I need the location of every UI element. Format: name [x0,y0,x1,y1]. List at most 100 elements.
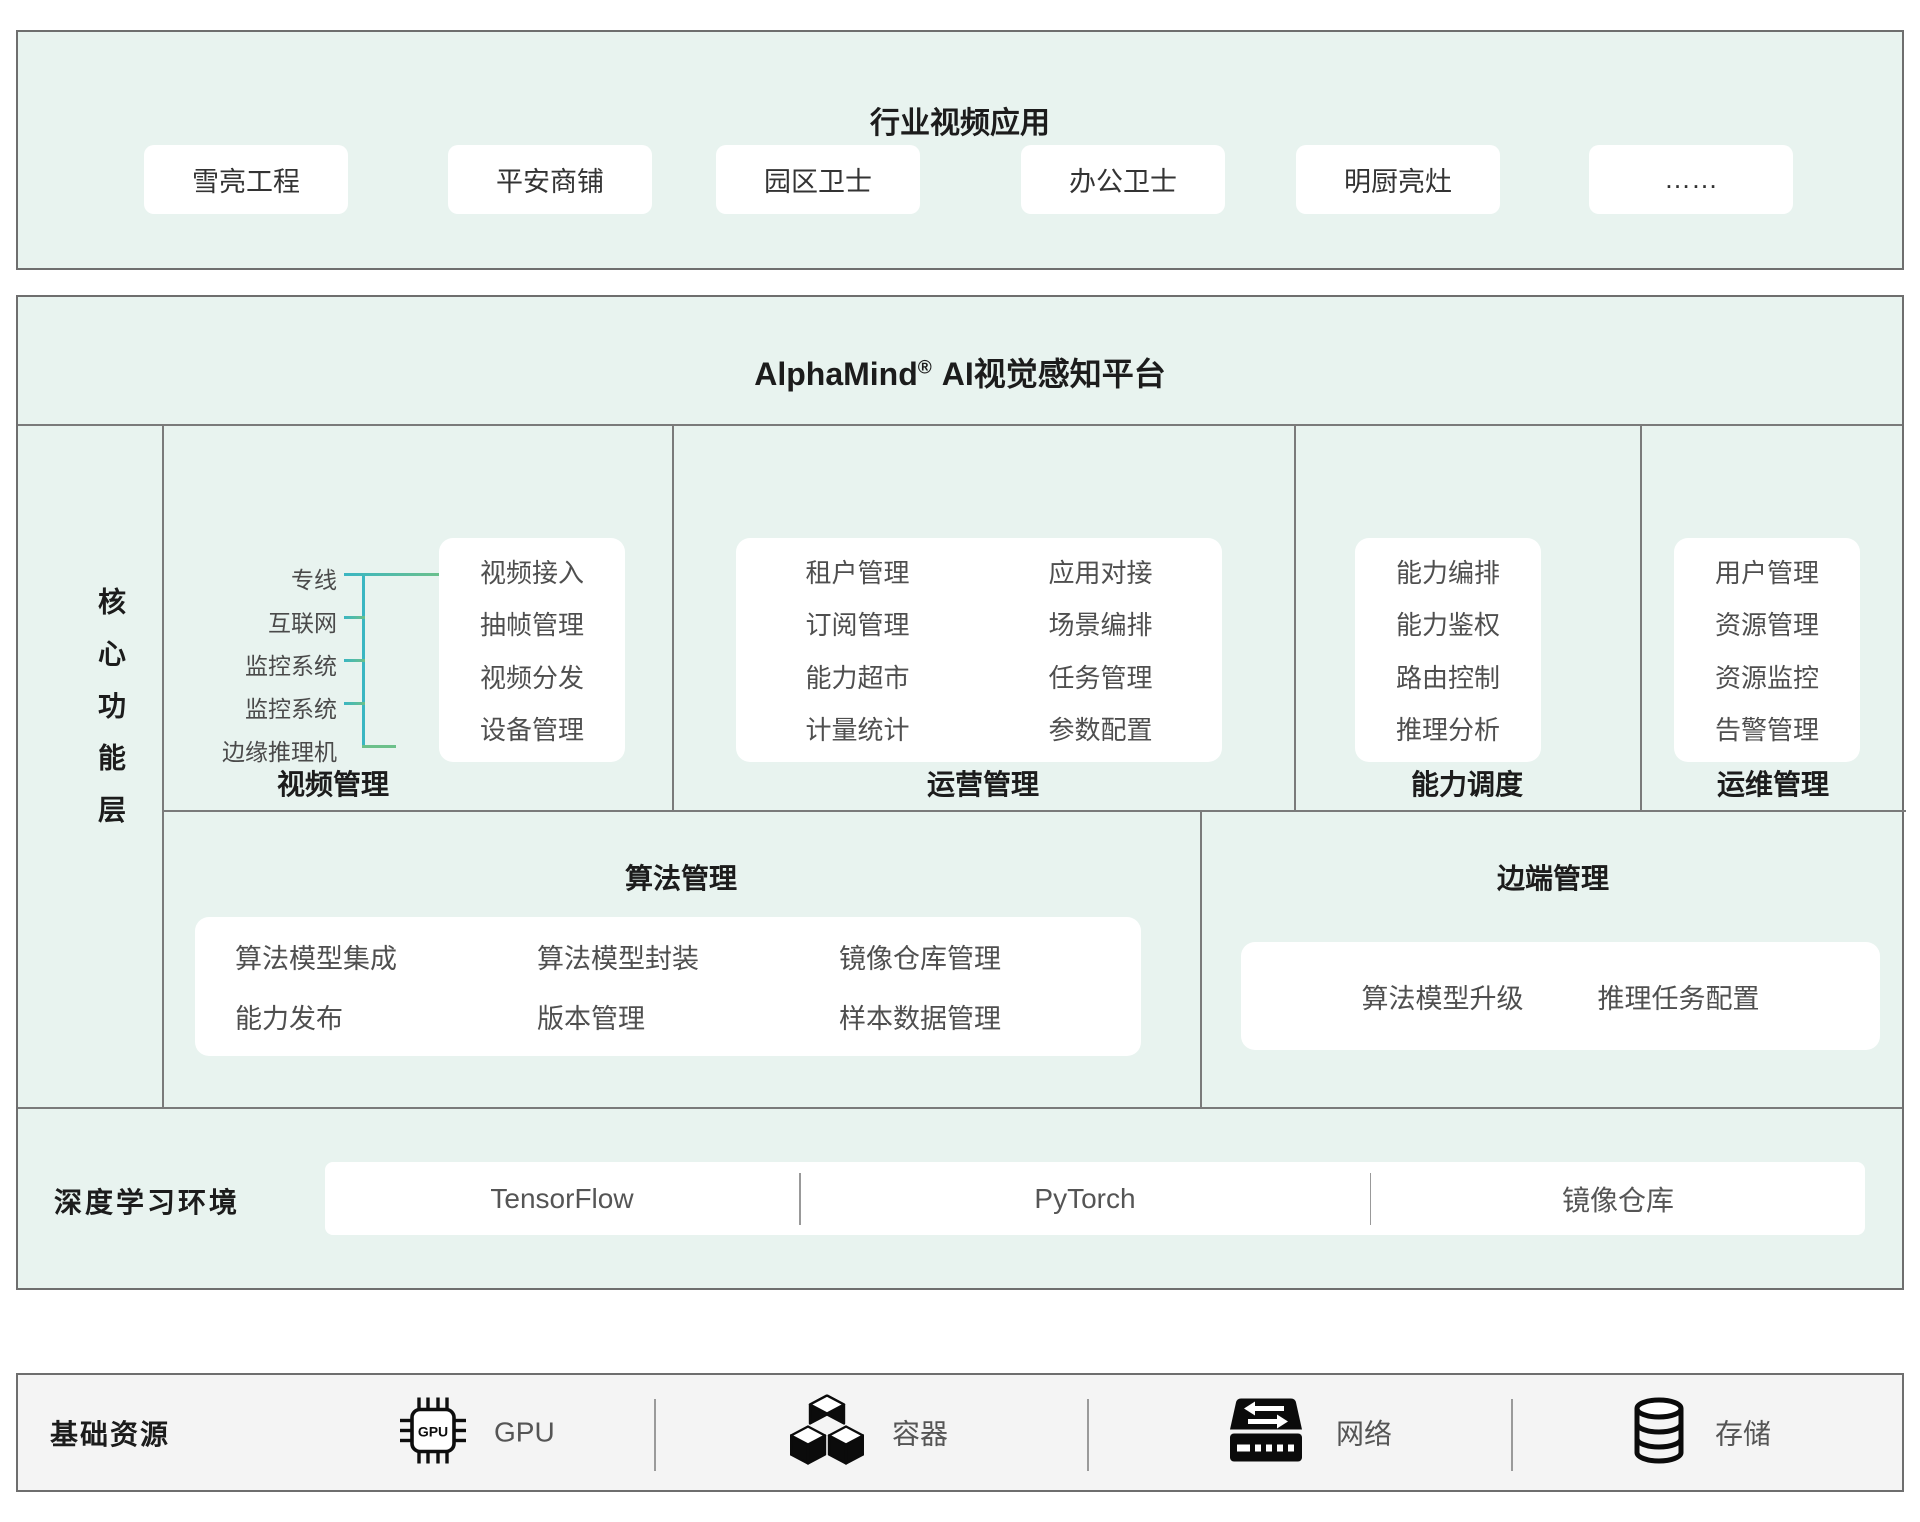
om-item: 用户管理 [1715,553,1819,590]
om-mgmt-title: 运维管理 [1717,763,1829,803]
edge-mgmt-title: 边端管理 [1497,857,1609,897]
ops-col-1: 租户管理 订阅管理 能力超市 计量统计 [736,538,979,762]
algo-col-2: 算法模型封装 版本管理 [537,917,839,1056]
algo-mgmt-title: 算法管理 [625,857,737,897]
video-item: 视频分发 [480,658,584,695]
resource-container: 容器 [790,1394,948,1471]
algo-item: 算法模型封装 [537,937,839,976]
storage-database-icon [1631,1395,1687,1470]
dl-env-bar: TensorFlow PyTorch 镜像仓库 [325,1162,1865,1235]
app-chip-mingchu: 明厨亮灶 [1296,145,1500,214]
platform-panel: AlphaMind®AI视觉感知平台 核心功能层 视频管理 运营管理 能力调度 … [16,295,1904,1290]
om-item: 告警管理 [1715,710,1819,747]
ops-item: 计量统计 [805,710,909,747]
capability-item: 推理分析 [1396,710,1500,747]
video-source-label: 监控系统 [147,690,337,724]
base-resources-panel: 基础资源 GPU GPU [16,1373,1904,1492]
core-layer-label: 核心功能层 [90,587,130,847]
resource-label: GPU [494,1417,555,1449]
video-source-label: 边缘推理机 [147,733,337,767]
ops-item: 场景编排 [1048,605,1152,642]
capability-title: 能力调度 [1411,763,1523,803]
platform-title: AlphaMind® AI视觉感知平台 [754,349,1166,395]
dl-seg-label: 镜像仓库 [1562,1179,1674,1219]
ops-item: 应用对接 [1048,553,1152,590]
row-divider-line [162,810,1906,812]
ops-col-2: 应用对接 场景编排 任务管理 参数配置 [979,538,1222,762]
connector-tick [344,702,365,705]
title-divider-line [18,424,1902,426]
connector-tick [344,616,365,619]
video-item: 抽帧管理 [480,605,584,642]
capability-item: 能力编排 [1396,553,1500,590]
algo-mgmt-box: 算法模型集成 能力发布 算法模型封装 版本管理 镜像仓库管理 样本数据管理 [195,917,1141,1056]
connector-stub [362,745,396,748]
edge-mgmt-box: 算法模型升级 推理任务配置 [1241,942,1880,1050]
col-divider-3 [1640,424,1642,810]
algo-item: 版本管理 [537,997,839,1036]
algo-item: 算法模型集成 [235,937,537,976]
app-chip-bangong: 办公卫士 [1021,145,1225,214]
platform-title-rest: AI视觉感知平台 [942,356,1166,392]
resource-gpu: GPU GPU [400,1397,555,1468]
app-chip-xueliang: 雪亮工程 [144,145,348,214]
dl-seg-label: PyTorch [1034,1183,1135,1215]
video-source-label: 专线 [147,561,337,595]
video-item: 设备管理 [480,710,584,747]
ops-item: 订阅管理 [805,605,909,642]
resource-label: 网络 [1336,1413,1392,1453]
edge-item: 算法模型升级 [1362,977,1524,1016]
ops-item: 能力超市 [805,658,909,695]
resource-separator [1511,1399,1513,1471]
base-resources-label: 基础资源 [50,1413,170,1453]
app-chip-label: 明厨亮灶 [1344,160,1452,199]
capability-item: 能力鉴权 [1396,605,1500,642]
gpu-chip-icon: GPU [400,1397,466,1468]
app-chip-more: …… [1589,145,1793,214]
col-divider-1 [672,424,674,810]
registered-mark: ® [918,357,932,378]
dl-seg-label: TensorFlow [490,1183,633,1215]
algo-item: 样本数据管理 [839,997,1141,1036]
row2-col-divider [1200,810,1202,1107]
col-divider-2 [1294,424,1296,810]
svg-text:GPU: GPU [418,1423,448,1439]
algo-item: 能力发布 [235,997,537,1036]
resource-label: 容器 [892,1413,948,1453]
architecture-diagram: 行业视频应用 雪亮工程 平安商铺 园区卫士 办公卫士 明厨亮灶 …… Alpha… [0,0,1920,1522]
video-source-label: 监控系统 [147,647,337,681]
ops-item: 任务管理 [1048,658,1152,695]
dl-env-label: 深度学习环境 [54,1181,240,1221]
edge-item: 推理任务配置 [1598,977,1760,1016]
industry-apps-title: 行业视频应用 [870,98,1050,142]
platform-brand: AlphaMind [754,356,918,392]
dl-seg-registry: 镜像仓库 [1371,1162,1865,1235]
container-cubes-icon [790,1394,864,1471]
resource-network: 网络 [1224,1395,1392,1470]
app-chip-pingan: 平安商铺 [448,145,652,214]
app-chip-label: 雪亮工程 [192,160,300,199]
capability-box: 能力编排 能力鉴权 路由控制 推理分析 [1355,538,1541,762]
ops-mgmt-box: 租户管理 订阅管理 能力超市 计量统计 应用对接 场景编排 任务管理 参数配置 [736,538,1222,762]
capability-item: 路由控制 [1396,658,1500,695]
om-mgmt-box: 用户管理 资源管理 资源监控 告警管理 [1674,538,1860,762]
app-chip-label: 平安商铺 [496,160,604,199]
app-chip-label: 办公卫士 [1069,160,1177,199]
connector-line [344,573,443,576]
app-chip-label: …… [1664,164,1718,195]
app-chip-label: 园区卫士 [764,160,872,199]
app-chip-yuanqu: 园区卫士 [716,145,920,214]
ops-mgmt-title: 运营管理 [927,763,1039,803]
algo-item: 镜像仓库管理 [839,937,1141,976]
resource-separator [1087,1399,1089,1471]
dl-seg-tensorflow: TensorFlow [325,1162,799,1235]
om-item: 资源管理 [1715,605,1819,642]
ops-item: 租户管理 [805,553,909,590]
industry-apps-panel: 行业视频应用 雪亮工程 平安商铺 园区卫士 办公卫士 明厨亮灶 …… [16,30,1904,270]
algo-col-1: 算法模型集成 能力发布 [235,917,537,1056]
ops-item: 参数配置 [1048,710,1152,747]
algo-col-3: 镜像仓库管理 样本数据管理 [839,917,1141,1056]
video-mgmt-box: 视频接入 抽帧管理 视频分发 设备管理 [439,538,625,762]
connector-tick [344,659,365,662]
video-mgmt-title: 视频管理 [277,763,389,803]
